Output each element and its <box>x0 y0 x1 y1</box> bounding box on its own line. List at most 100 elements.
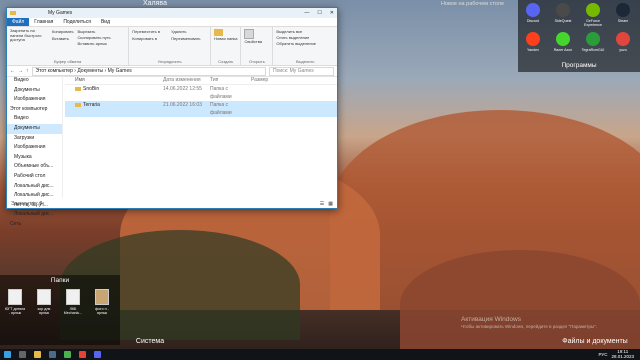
delete-button[interactable]: Удалить <box>171 29 207 35</box>
program-geforce[interactable]: GeForce Experience <box>581 3 605 27</box>
nav-item-documents[interactable]: Документы <box>7 123 62 134</box>
document-icon <box>66 289 80 305</box>
nav-item[interactable]: Объемные объ... <box>7 162 62 172</box>
folder-icon <box>75 102 81 107</box>
file-list: Имя Дата изменения Тип Размер SnoBin 14.… <box>65 76 337 198</box>
address-bar[interactable]: Этот компьютер › Документы › My Games <box>31 66 266 76</box>
column-date[interactable]: Дата изменения <box>163 76 210 84</box>
program-sidequest[interactable]: SideQuest <box>551 3 575 23</box>
taskbar: РУС 19:11 28.01.2023 <box>0 349 640 360</box>
close-button[interactable]: ✕ <box>330 10 334 16</box>
razer-icon <box>556 32 570 46</box>
window-titlebar: My Games — ☐ ✕ <box>7 8 337 18</box>
maximize-button[interactable]: ☐ <box>317 10 321 16</box>
pin-button[interactable]: Закрепить на панели быстрого доступа <box>10 28 48 47</box>
nav-item[interactable]: Загрузки <box>7 134 62 144</box>
search-icon[interactable] <box>19 351 26 358</box>
properties-button[interactable]: Свойства <box>244 29 269 45</box>
document-icon <box>37 289 51 305</box>
nav-item[interactable]: Видео <box>7 76 62 86</box>
ribbon-group-open: Свойства Открыть <box>241 27 274 65</box>
fence-title-files: Файлы и документы <box>562 338 628 345</box>
program-steam[interactable]: Steam <box>611 3 635 23</box>
nav-item[interactable]: Музыка <box>7 153 62 163</box>
ribbon-group-organize: Переместить в Удалить Копировать в Переи… <box>129 27 212 65</box>
yandex-icon <box>526 32 540 46</box>
column-name[interactable]: Имя <box>65 76 163 84</box>
tab-home[interactable]: Главная <box>29 18 58 26</box>
status-bar: Элементов: 2 ☰ ▦ <box>7 199 337 208</box>
nav-item[interactable]: Локальный дис... <box>7 182 62 192</box>
nav-item[interactable]: Видео <box>7 114 62 124</box>
item-count: Элементов: 2 <box>11 200 43 207</box>
discord-taskbar-icon[interactable] <box>94 351 101 358</box>
paste-button[interactable]: Вставить <box>52 36 74 42</box>
programs-fence: Discord SideQuest GeForce Experience Ste… <box>518 0 640 72</box>
properties-icon <box>244 29 255 39</box>
column-type[interactable]: Тип <box>210 76 251 84</box>
tegra-icon <box>586 32 600 46</box>
program-tegra[interactable]: TegraRcmGUI <box>581 32 605 52</box>
rename-button[interactable]: Переименовать <box>171 36 207 42</box>
copy-button[interactable]: Копировать <box>52 29 74 35</box>
program-razer-axon[interactable]: Razer Axon <box>551 32 575 52</box>
invert-selection-button[interactable]: Обратить выделение <box>276 41 334 47</box>
nav-item[interactable]: Изображения <box>7 143 62 153</box>
nav-item[interactable]: Документы <box>7 86 62 96</box>
chrome-icon[interactable] <box>79 351 86 358</box>
folder-shortcut-4[interactable]: фото н - ярлык <box>91 289 113 315</box>
ribbon-group-new: Новая папка Создать <box>211 27 242 65</box>
move-to-button[interactable]: Переместить в <box>132 29 168 35</box>
folder-shortcut-3[interactable]: ЛКБ Mechanic... <box>62 289 84 315</box>
activation-watermark: Активация Windows Чтобы активировать Win… <box>461 316 597 329</box>
tab-file[interactable]: Файл <box>7 18 30 26</box>
explorer-window: My Games — ☐ ✕ Файл Главная Поделиться В… <box>6 7 338 227</box>
column-headers: Имя Дата изменения Тип Размер <box>65 76 337 85</box>
fence-title-freebies: Халява <box>143 0 167 7</box>
nav-item-network[interactable]: Сеть <box>7 220 62 230</box>
nav-item[interactable]: Изображения <box>7 95 62 105</box>
folder-shortcut-2[interactable]: кор для ярлык <box>33 289 55 315</box>
start-icon[interactable] <box>4 351 11 358</box>
nav-item[interactable]: Локальный дис... <box>7 210 62 220</box>
search-input[interactable]: Поиск: My Games <box>269 66 334 76</box>
clock[interactable]: 19:11 28.01.2023 <box>611 349 634 359</box>
back-icon[interactable]: ← <box>10 68 15 74</box>
copy-to-button[interactable]: Копировать в <box>132 36 168 42</box>
program-yuzu[interactable]: yuzu <box>611 32 635 52</box>
table-row[interactable]: Terraria 21.06.2022 16:03 Папка с файлам… <box>65 101 337 117</box>
table-row[interactable]: SnoBin 14.06.2022 12:55 Папка с файлами <box>65 85 337 101</box>
minimize-button[interactable]: — <box>304 10 309 16</box>
program-discord[interactable]: Discord <box>521 3 545 23</box>
nav-item-this-pc[interactable]: Этот компьютер <box>7 105 62 115</box>
discord-icon <box>526 3 540 17</box>
tab-share[interactable]: Поделиться <box>58 18 96 26</box>
up-icon[interactable]: ↑ <box>26 68 29 74</box>
window-title: My Games <box>48 10 73 16</box>
ribbon-tabs: Файл Главная Поделиться Вид <box>7 18 337 27</box>
language-indicator[interactable]: РУС <box>598 352 607 357</box>
ribbon-group-clipboard: Закрепить на панели быстрого доступа Коп… <box>7 27 130 65</box>
file-explorer-icon[interactable] <box>34 351 41 358</box>
steam-taskbar-icon[interactable] <box>49 351 56 358</box>
navigation-pane: Видео Документы Изображения Этот компьют… <box>7 76 63 227</box>
folder-shortcut-1[interactable]: ЮГТ дитяли - ярлык <box>4 289 26 315</box>
ribbon-group-label: Буфер обмена <box>54 59 82 64</box>
tiles-view-icon[interactable]: ▦ <box>328 201 333 207</box>
forward-icon[interactable]: → <box>18 68 23 74</box>
image-file-icon <box>95 289 109 305</box>
details-view-icon[interactable]: ☰ <box>320 201 324 207</box>
folder-icon <box>75 86 81 91</box>
new-folder-button[interactable]: Новая папка <box>214 29 237 42</box>
nav-item[interactable]: Рабочий стол <box>7 172 62 182</box>
yuzu-icon <box>616 32 630 46</box>
app-taskbar-icon[interactable] <box>64 351 71 358</box>
tab-view[interactable]: Вид <box>96 18 115 26</box>
program-yandex[interactable]: Yandex <box>521 32 545 52</box>
folder-icon <box>10 11 16 15</box>
steam-icon <box>616 3 630 17</box>
paste-shortcut-button[interactable]: Вставить ярлык <box>78 41 111 47</box>
column-size[interactable]: Размер <box>251 76 291 84</box>
folders-fence: Папки ЮГТ дитяли - ярлык кор для ярлык Л… <box>0 275 120 345</box>
fence-title-new: Новое на рабочем столе <box>440 1 504 7</box>
